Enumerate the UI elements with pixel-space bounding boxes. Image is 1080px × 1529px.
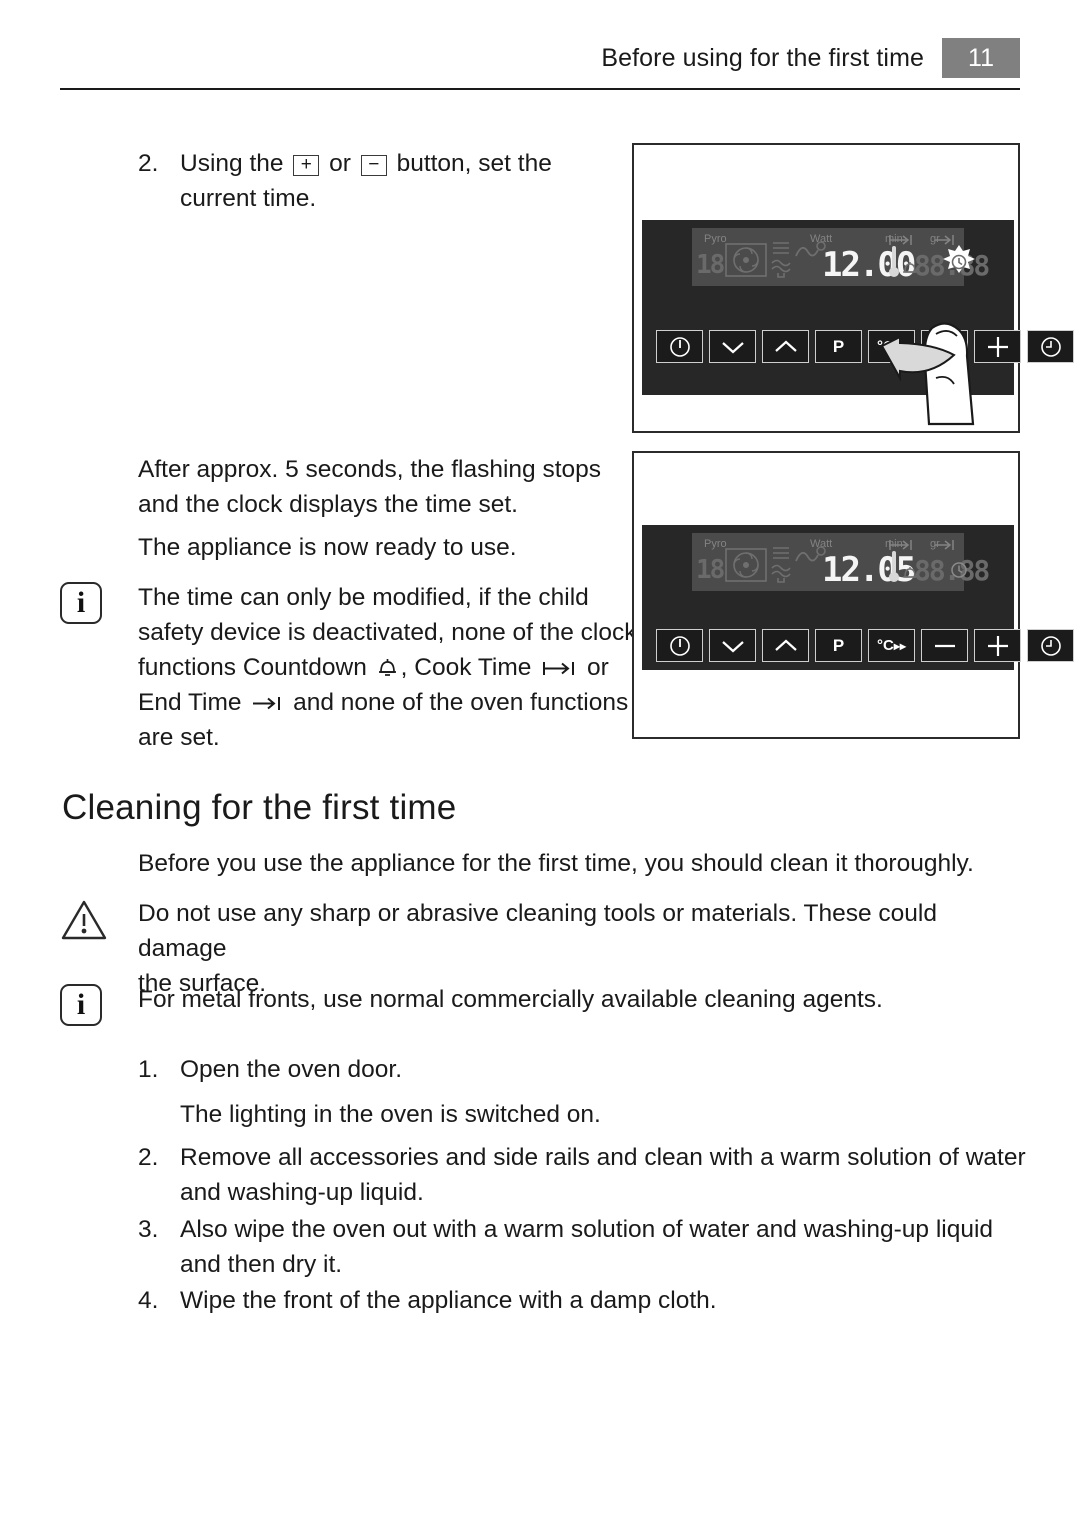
step-number: 1.: [138, 1056, 159, 1083]
note-child-safety: i The time can only be modified, if the …: [60, 580, 640, 755]
note-icon-wrapper: i: [60, 580, 138, 755]
step-line-1: Remove all accessories and side rails an…: [180, 1144, 1026, 1171]
oven-button-row: P °C▸▸: [656, 629, 1074, 662]
cleaning-step-3: 3. Also wipe the oven out with a warm so…: [138, 1212, 1028, 1282]
end-time-icon: [935, 540, 954, 550]
power-button[interactable]: [656, 330, 703, 363]
power-button[interactable]: [656, 629, 703, 662]
heating-element-icon: [771, 242, 791, 278]
manual-page: Before using for the first time 11 2. Us…: [0, 0, 1080, 1529]
clock-steady-icon: [951, 562, 967, 578]
cook-time-icon: [889, 540, 912, 550]
step-text-line2: current time.: [180, 185, 317, 212]
hand-pressing-plus-icon: [880, 322, 975, 426]
after-5s-line1: After approx. 5 seconds, the flashing st…: [138, 456, 602, 483]
paragraph-after-5-seconds: After approx. 5 seconds, the flashing st…: [138, 452, 628, 522]
page-title: Before using for the first time: [601, 44, 924, 72]
step-text: Open the oven door. The lighting in the …: [180, 1052, 601, 1132]
cook-time-icon: [543, 662, 575, 675]
step-line-2: and washing-up liquid.: [180, 1179, 424, 1206]
note-line-3a: functions Countdown: [138, 654, 367, 681]
note-line-2: safety device is deactivated, none of th…: [138, 619, 637, 646]
plus-key-glyph: +: [293, 155, 320, 176]
section-intro: Before you use the appliance for the fir…: [138, 850, 974, 877]
step-text-after: button, set the: [396, 150, 552, 177]
fan-icon: [725, 243, 767, 277]
note-icon-wrapper: i: [60, 982, 138, 1026]
step-line-1: Wipe the front of the appliance with a d…: [180, 1287, 717, 1314]
clock-flashing-icon: [943, 245, 975, 273]
thermometer-icon: [889, 551, 899, 582]
up-button[interactable]: [762, 330, 809, 363]
up-button[interactable]: [762, 629, 809, 662]
figure-time-set: Pyro Watt min gr 18 12.05 88.88 P °C ▸▸: [632, 451, 1074, 739]
cleaning-step-2: 2. Remove all accessories and side rails…: [138, 1140, 1028, 1210]
step-text: Remove all accessories and side rails an…: [180, 1140, 1026, 1210]
warning-triangle-icon: [61, 900, 107, 940]
step-substatement: The lighting in the oven is switched on.: [180, 1101, 601, 1128]
lcd-left-digits: 18: [696, 555, 725, 585]
thermometer-icon: [889, 246, 899, 277]
step-text: Using the + or − button, set the current…: [180, 146, 552, 216]
fan-icon: [725, 548, 767, 582]
page-number-badge: 11: [942, 38, 1020, 78]
figure-set-time: Pyro Watt min gr 18 12.00 P: [632, 143, 1074, 433]
minus-key-glyph: −: [360, 155, 387, 176]
cook-time-icon: [889, 235, 912, 245]
note-line-4b: and none of the oven functions: [293, 689, 629, 716]
oven-control-panel: Pyro Watt min gr 18: [642, 220, 1074, 426]
note-line-3b: , Cook Time: [400, 654, 532, 681]
lcd-time-value: 12.00: [822, 245, 916, 285]
info-icon: i: [60, 582, 102, 624]
note-line-4a: End Time: [138, 689, 242, 716]
pyrolytic-button[interactable]: P: [815, 330, 862, 363]
clock-button[interactable]: [1027, 330, 1074, 363]
step-line-1: Also wipe the oven out with a warm solut…: [180, 1216, 994, 1243]
lcd-time-value: 12.05: [822, 550, 916, 590]
note-child-safety-text: The time can only be modified, if the ch…: [138, 580, 636, 755]
step-number: 2.: [138, 150, 159, 177]
step-line-1: Open the oven door.: [180, 1056, 403, 1083]
step-text: Also wipe the oven out with a warm solut…: [180, 1212, 993, 1282]
step-number: 4.: [138, 1287, 159, 1314]
end-time-icon: [253, 697, 281, 710]
minus-button[interactable]: [921, 629, 968, 662]
down-button[interactable]: [709, 330, 756, 363]
header-divider: [60, 88, 1020, 90]
oven-lcd-display: Pyro Watt min gr 18: [692, 228, 990, 286]
oven-lcd-display: Pyro Watt min gr 18: [692, 533, 990, 591]
cleaning-step-1: 1. Open the oven door. The lighting in t…: [138, 1052, 1028, 1132]
note-metal-fronts-text: For metal fronts, use normal commerciall…: [138, 986, 883, 1013]
warning-line-1: Do not use any sharp or abrasive cleanin…: [138, 900, 937, 962]
info-icon: i: [60, 984, 102, 1026]
step-number: 2.: [138, 1144, 159, 1171]
plus-button[interactable]: [974, 629, 1021, 662]
step-set-current-time: 2. Using the + or − button, set the curr…: [138, 146, 628, 216]
step-text-middle: or: [329, 150, 351, 177]
note-metal-fronts: i For metal fronts, use normal commercia…: [60, 982, 1030, 1026]
step-number: 3.: [138, 1216, 159, 1243]
after-5s-line2: and the clock displays the time set.: [138, 491, 518, 518]
lcd-left-digits: 18: [696, 250, 725, 280]
page-header: Before using for the first time 11: [60, 38, 1020, 90]
down-button[interactable]: [709, 629, 756, 662]
paragraph-ready-to-use: The appliance is now ready to use.: [138, 534, 517, 561]
bell-icon: [378, 659, 396, 676]
note-line-5: are set.: [138, 724, 220, 751]
heating-element-icon: [771, 547, 791, 583]
pyrolytic-button[interactable]: P: [815, 629, 862, 662]
note-line-3c: or: [586, 654, 609, 681]
note-line-1: The time can only be modified, if the ch…: [138, 584, 589, 611]
step-text-before: Using the: [180, 150, 284, 177]
note-line-3: functions Countdown , Cook Time or: [138, 650, 636, 685]
section-heading: Cleaning for the first time: [62, 788, 457, 827]
oven-control-panel: Pyro Watt min gr 18: [642, 525, 1074, 670]
step-text: Wipe the front of the appliance with a d…: [180, 1283, 717, 1318]
clock-button[interactable]: [1027, 629, 1074, 662]
cleaning-step-4: 4. Wipe the front of the appliance with …: [138, 1283, 1028, 1318]
step-line-2: and then dry it.: [180, 1251, 343, 1278]
temperature-button[interactable]: °C▸▸: [868, 629, 915, 662]
note-line-4: End Time and none of the oven functions: [138, 685, 636, 720]
